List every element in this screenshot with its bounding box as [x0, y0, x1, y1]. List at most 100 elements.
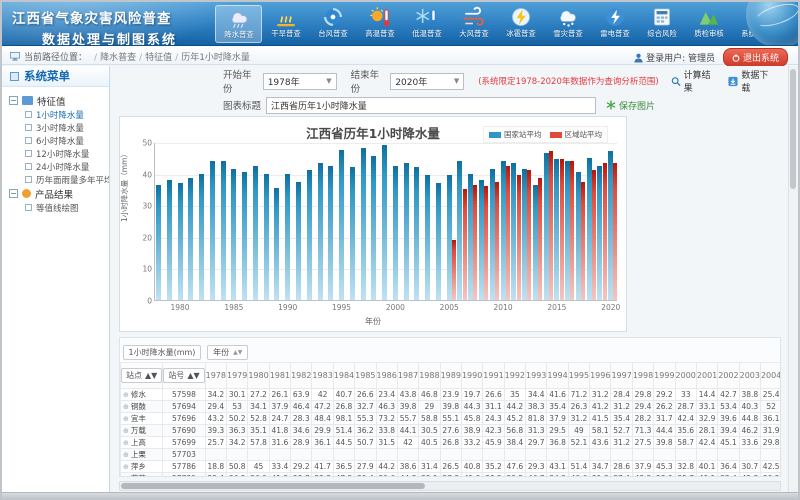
horizontal-scrollbar[interactable] — [119, 481, 781, 491]
cold-icon — [414, 6, 440, 28]
station-cell[interactable]: ⊕铜鼓 — [121, 401, 163, 413]
year-column-header[interactable]: 1978 — [205, 363, 226, 389]
year-column-header[interactable]: 2003 — [739, 363, 760, 389]
station-cell[interactable]: ⊕万载 — [121, 425, 163, 437]
nav-item-rain[interactable]: 降水普查 — [215, 5, 262, 43]
breadcrumb-segment[interactable]: 降水普查 — [100, 53, 136, 63]
year-column-header[interactable]: 1981 — [269, 363, 290, 389]
sidebar-item-1-0[interactable]: 等值线绘图 — [25, 201, 109, 214]
year-column-header[interactable]: 1992 — [504, 363, 525, 389]
v-scroll-thumb[interactable] — [790, 69, 796, 189]
sidebar-item-0-2[interactable]: 6小时降水量 — [25, 134, 109, 147]
start-year-select[interactable]: 1978年▼ — [263, 73, 337, 90]
expand-icon[interactable]: ⊕ — [123, 391, 129, 399]
year-column-header[interactable]: 1988 — [419, 363, 440, 389]
year-column-header[interactable]: 1993 — [526, 363, 547, 389]
year-column-header[interactable]: 1982 — [291, 363, 312, 389]
save-image-button[interactable]: 保存图片 — [606, 99, 655, 112]
sidebar-item-0-4[interactable]: 24小时降水量 — [25, 160, 109, 173]
station-cell[interactable]: ⊕修水 — [121, 389, 163, 401]
station-cell[interactable]: ⊕莲花 — [121, 473, 163, 478]
checkbox-icon[interactable] — [25, 124, 32, 131]
sidebar-item-0-3[interactable]: 12小时降水量 — [25, 147, 109, 160]
year-column-header[interactable]: 1998 — [632, 363, 653, 389]
year-column-header[interactable]: 1995 — [568, 363, 589, 389]
nav-item-hot[interactable]: 高温普查 — [356, 5, 403, 43]
nav-item-risk[interactable]: 综合风险 — [638, 5, 685, 43]
station-cell[interactable]: ⊕上栗 — [121, 449, 163, 461]
expand-icon[interactable]: ⊕ — [123, 403, 129, 411]
year-column-header[interactable]: 2004 — [760, 363, 781, 389]
year-column-header[interactable]: 1986 — [376, 363, 397, 389]
breadcrumb-segment[interactable]: 特征值 — [145, 53, 172, 63]
checkbox-icon[interactable] — [25, 204, 32, 211]
year-column-header[interactable]: 1985 — [355, 363, 376, 389]
value-cell — [632, 449, 653, 461]
checkbox-icon[interactable] — [25, 137, 32, 144]
nav-item-audit[interactable]: 质检审核 — [685, 5, 732, 43]
expand-icon[interactable]: ⊕ — [123, 451, 129, 459]
sidebar-item-0-1[interactable]: 3小时降水量 — [25, 121, 109, 134]
station-cell[interactable]: ⊕萍乡 — [121, 461, 163, 473]
checkbox-icon[interactable] — [25, 150, 32, 157]
year-column-header[interactable]: 2000 — [675, 363, 696, 389]
bar-regional — [495, 182, 499, 301]
checkbox-icon[interactable] — [25, 111, 32, 118]
download-button[interactable]: 数据下载 — [728, 68, 774, 94]
col-station-header-sort[interactable]: 站点▲▼ — [121, 368, 162, 383]
calculate-button[interactable]: 计算结果 — [671, 68, 717, 94]
year-sort-chip[interactable]: 年份▲▼ — [207, 345, 248, 360]
h-scroll-thumb[interactable] — [121, 483, 425, 489]
year-column-header[interactable]: 1987 — [397, 363, 418, 389]
year-column-header[interactable]: 1984 — [333, 363, 354, 389]
year-column-header[interactable]: 1997 — [611, 363, 632, 389]
expand-icon[interactable]: ⊕ — [123, 475, 129, 477]
nav-item-hail[interactable]: 冰雹普查 — [497, 5, 544, 43]
vertical-scrollbar[interactable] — [788, 66, 798, 492]
checkbox-icon[interactable] — [25, 163, 32, 170]
logout-button[interactable]: 退出系统 — [723, 48, 788, 67]
expand-icon[interactable]: ⊕ — [123, 463, 129, 471]
expand-icon[interactable]: ⊕ — [123, 415, 129, 423]
checkbox-icon[interactable] — [25, 176, 32, 183]
nav-item-typhoon[interactable]: 台风普查 — [309, 5, 356, 43]
year-column-header[interactable]: 1983 — [312, 363, 333, 389]
nav-item-snow[interactable]: 雪灾普查 — [544, 5, 591, 43]
expand-icon[interactable]: ⊕ — [123, 439, 129, 447]
value-type-chip[interactable]: 1小时降水量(mm) — [123, 345, 202, 360]
year-column-header[interactable]: 1980 — [248, 363, 269, 389]
value-cell: 26.3 — [568, 401, 589, 413]
year-column-header[interactable]: 1996 — [590, 363, 611, 389]
sidebar-group-0[interactable]: −特征值 — [9, 93, 109, 108]
y-tick-label: 0 — [147, 297, 152, 306]
table-row: ⊕萍乡5778618.850.84533.429.241.736.527.944… — [121, 461, 782, 473]
station-cell[interactable]: ⊕宜丰 — [121, 413, 163, 425]
nav-item-label: 低温普查 — [412, 28, 441, 38]
year-column-header[interactable]: 1989 — [440, 363, 461, 389]
year-column-header[interactable]: 1990 — [461, 363, 482, 389]
nav-item-cold[interactable]: 低温普查 — [403, 5, 450, 43]
breadcrumb-segment[interactable]: 历年1小时降水量 — [181, 53, 250, 63]
chart-title-input[interactable] — [266, 97, 596, 114]
year-column-header[interactable]: 2001 — [696, 363, 717, 389]
year-column-header[interactable]: 1999 — [654, 363, 675, 389]
nav-item-wind[interactable]: 大风普查 — [450, 5, 497, 43]
end-year-select[interactable]: 2020年▼ — [390, 73, 464, 90]
tree-collapse-icon[interactable]: − — [9, 189, 18, 198]
expand-icon[interactable]: ⊕ — [123, 427, 129, 435]
sidebar-item-0-5[interactable]: 历年面雨量多年平均降水量 — [25, 173, 109, 186]
year-column-header[interactable]: 1979 — [226, 363, 247, 389]
year-column-header[interactable]: 2002 — [718, 363, 739, 389]
sidebar-item-0-0[interactable]: 1小时降水量 — [25, 108, 109, 121]
col-code-header-sort[interactable]: 站号▲▼ — [163, 368, 204, 383]
sidebar-group-1[interactable]: −产品结果 — [9, 186, 109, 201]
nav-item-lightning[interactable]: 雷电普查 — [591, 5, 638, 43]
value-cell: 57.8 — [248, 437, 269, 449]
nav-item-drought[interactable]: 干旱普查 — [262, 5, 309, 43]
year-column-header[interactable]: 1991 — [483, 363, 504, 389]
year-column-header[interactable]: 1994 — [547, 363, 568, 389]
bar-national — [350, 167, 355, 300]
value-cell: 26.8 — [333, 401, 354, 413]
tree-collapse-icon[interactable]: − — [9, 96, 18, 105]
station-cell[interactable]: ⊕上高 — [121, 437, 163, 449]
